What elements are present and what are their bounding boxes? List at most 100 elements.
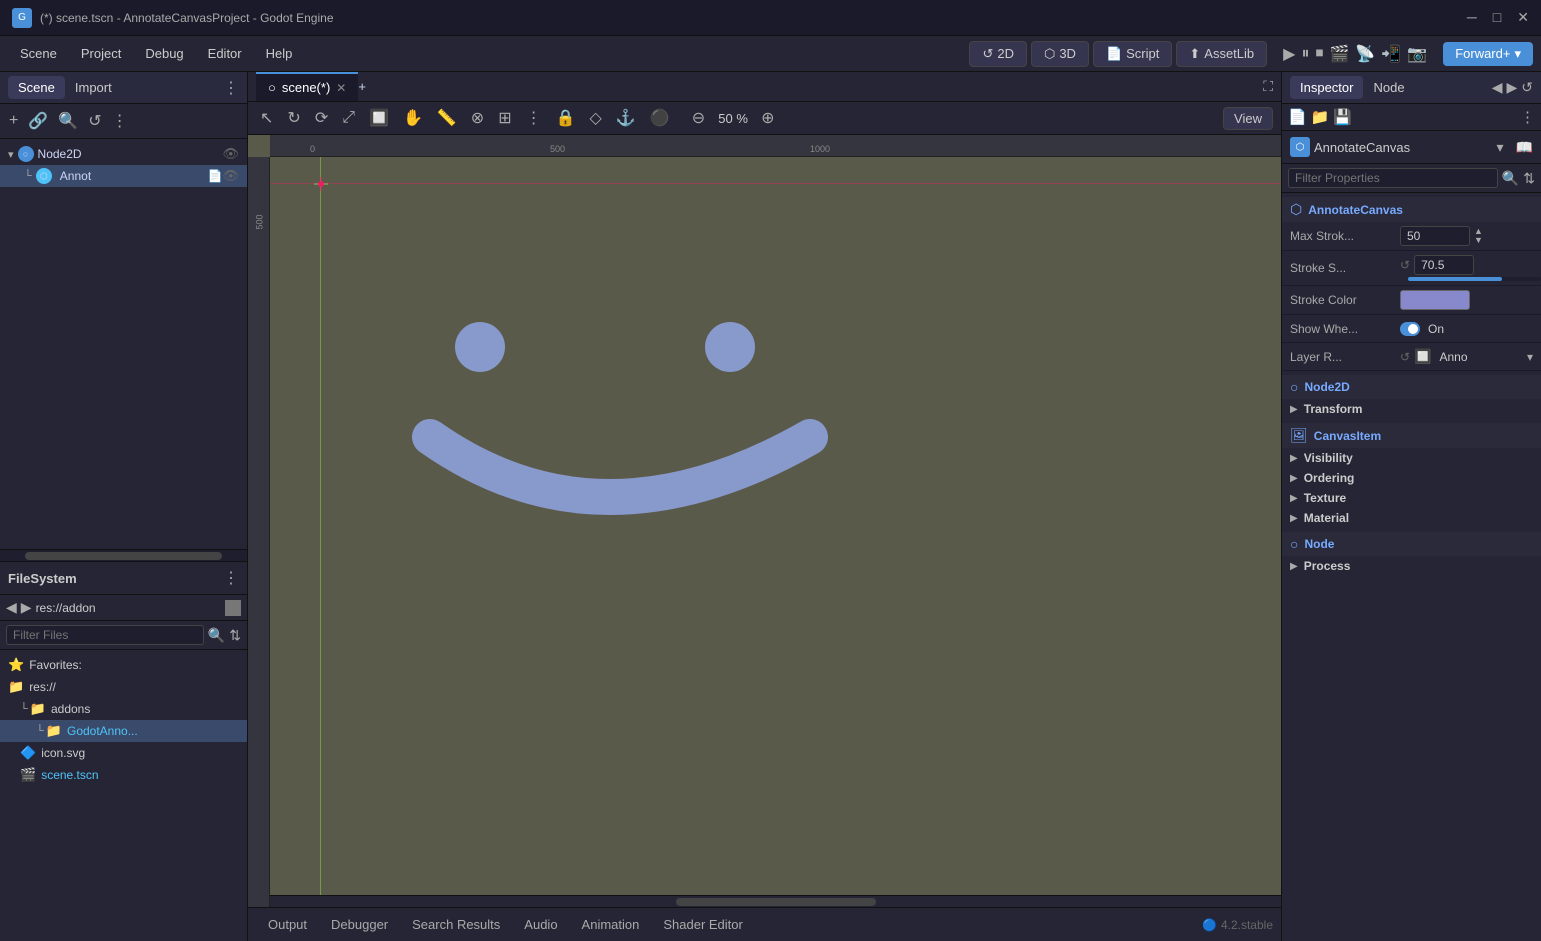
mode-3d-button[interactable]: ⬡ 3D (1031, 41, 1089, 67)
visibility-section[interactable]: ▶ Visibility (1282, 448, 1541, 468)
stroke-color-swatch[interactable] (1400, 290, 1470, 310)
vp-particle-icon[interactable]: ⚫ (646, 106, 674, 130)
vp-rotate-tool-icon[interactable]: ↻ (283, 106, 304, 130)
menu-debug[interactable]: Debug (133, 42, 195, 65)
node-group[interactable]: ○ Node (1282, 532, 1541, 556)
texture-section[interactable]: ▶ Texture (1282, 488, 1541, 508)
mode-assetlib-button[interactable]: ⬆ AssetLib (1176, 41, 1267, 67)
tree-item-node2d[interactable]: ▾ ○ Node2D 👁 (0, 143, 247, 165)
fs-item-godotanno[interactable]: └ 📁 GodotAnno... (0, 720, 247, 742)
tab-import[interactable]: Import (65, 76, 122, 99)
bottom-tab-debugger[interactable]: Debugger (319, 911, 400, 938)
filesystem-forward-icon[interactable]: ▶ (21, 599, 32, 616)
node2d-group[interactable]: ○ Node2D (1282, 375, 1541, 399)
filesystem-filter-input[interactable] (6, 625, 204, 645)
fs-item-icon-svg[interactable]: 🔷 icon.svg (0, 742, 247, 764)
menu-scene[interactable]: Scene (8, 42, 69, 65)
stop-button[interactable]: ⏹ (1315, 45, 1323, 63)
scene-add-node-icon[interactable]: + (6, 109, 21, 133)
scene-reset-icon[interactable]: ↺ (85, 108, 104, 134)
vp-grid-icon[interactable]: ⊞ (494, 106, 515, 130)
view-menu-button[interactable]: View (1223, 107, 1273, 130)
bottom-tab-audio[interactable]: Audio (512, 911, 569, 938)
filesystem-search-icon[interactable]: 🔍 (208, 627, 225, 644)
vp-group-icon[interactable]: ◇ (586, 106, 606, 130)
play-button[interactable]: ▶ (1283, 44, 1295, 64)
menu-help[interactable]: Help (254, 42, 305, 65)
camera-button[interactable]: 📷 (1407, 44, 1427, 64)
bottom-tab-animation[interactable]: Animation (570, 911, 652, 938)
filesystem-more-icon[interactable]: ⋮ (223, 568, 239, 588)
window-controls[interactable]: ─ □ ✕ (1467, 9, 1529, 26)
filter-search-icon[interactable]: 🔍 (1502, 170, 1519, 187)
vp-scale-tool-icon[interactable]: ⟳ (311, 106, 332, 130)
remote-debug-button[interactable]: 📡 (1355, 44, 1375, 64)
ordering-section[interactable]: ▶ Ordering (1282, 468, 1541, 488)
fs-item-favorites[interactable]: ⭐ Favorites: (0, 654, 247, 676)
vp-move-tool-icon[interactable]: ⤢ (338, 107, 359, 129)
fs-item-res[interactable]: 📁 res:// (0, 676, 247, 698)
editor-tab-close-icon[interactable]: ✕ (336, 81, 346, 95)
vp-bone-icon[interactable]: ⚓ (612, 106, 640, 130)
filter-properties-input[interactable] (1288, 168, 1498, 188)
zoom-in-icon[interactable]: ⊕ (757, 106, 778, 130)
viewport-scrollbar-thumb-h[interactable] (676, 898, 876, 906)
node-selector-dropdown-icon[interactable]: ▾ (1497, 139, 1504, 156)
editor-tab-scene[interactable]: ○ scene(*) ✕ (256, 72, 358, 101)
vp-lock-icon[interactable]: 🔒 (552, 106, 580, 130)
show-when-toggle[interactable] (1400, 322, 1420, 336)
minimize-button[interactable]: ─ (1467, 9, 1477, 26)
fs-item-scene-tscn[interactable]: 🎬 scene.tscn (0, 764, 247, 786)
editor-tab-add-icon[interactable]: + (358, 79, 366, 94)
scene-filter-icon[interactable]: 🔍 (55, 108, 81, 134)
annotate-visibility-icon[interactable]: 👁 (222, 168, 239, 184)
tab-scene[interactable]: Scene (8, 76, 65, 99)
filter-sort-icon[interactable]: ⇅ (1523, 170, 1535, 187)
scene-more-icon[interactable]: ⋮ (109, 108, 131, 134)
inspector-new-script-icon[interactable]: 📄 (1288, 108, 1307, 126)
inspector-forward-icon[interactable]: ▶ (1506, 79, 1517, 96)
transform-section[interactable]: ▶ Transform (1282, 399, 1541, 419)
editor-fullscreen-icon[interactable]: ⛶ (1263, 78, 1273, 95)
stroke-size-reset-icon[interactable]: ↺ (1400, 258, 1410, 272)
vp-more-icon[interactable]: ⋮ (522, 106, 546, 130)
inspector-more-icon[interactable]: ⋮ (1520, 108, 1535, 126)
viewport-canvas[interactable]: 0 500 1000 500 (248, 135, 1281, 907)
vp-ruler-tool-icon[interactable]: 📏 (433, 106, 461, 130)
scene-scrollbar[interactable] (0, 549, 247, 561)
inspector-folder-icon[interactable]: 📁 (1311, 108, 1330, 126)
menu-editor[interactable]: Editor (196, 42, 254, 65)
maximize-button[interactable]: □ (1493, 9, 1501, 26)
close-button[interactable]: ✕ (1517, 9, 1529, 26)
inspector-history-icon[interactable]: ↺ (1521, 79, 1533, 96)
menu-project[interactable]: Project (69, 42, 133, 65)
inspector-tab-inspector[interactable]: Inspector (1290, 76, 1363, 99)
filesystem-back-icon[interactable]: ◀ (6, 599, 17, 616)
filesystem-sort-icon[interactable]: ⇅ (229, 627, 241, 644)
vp-pan-tool-icon[interactable]: ✋ (399, 106, 427, 130)
pause-button[interactable]: ⏸ (1301, 45, 1309, 63)
vp-select-tool-icon[interactable]: ↖ (256, 106, 277, 130)
bottom-tab-output[interactable]: Output (256, 911, 319, 938)
fs-item-addons[interactable]: └ 📁 addons (0, 698, 247, 720)
inspector-save-icon[interactable]: 💾 (1333, 108, 1352, 126)
renderer-selector[interactable]: Forward+ ▾ (1443, 42, 1533, 66)
deploy-button[interactable]: 📲 (1381, 44, 1401, 64)
inspector-tab-node[interactable]: Node (1363, 76, 1414, 99)
annotate-canvas-section[interactable]: ⬡ AnnotateCanvas (1282, 197, 1541, 222)
bottom-tab-search-results[interactable]: Search Results (400, 911, 512, 938)
material-section[interactable]: ▶ Material (1282, 508, 1541, 528)
layer-render-reset-icon[interactable]: ↺ (1400, 350, 1410, 364)
process-section[interactable]: ▶ Process (1282, 556, 1541, 576)
scene-link-icon[interactable]: 🔗 (25, 108, 51, 134)
node-doc-icon[interactable]: 📖 (1516, 139, 1533, 156)
vp-rect-tool-icon[interactable]: 🔲 (365, 106, 393, 130)
mode-2d-button[interactable]: ↺ 2D (969, 41, 1027, 67)
zoom-out-icon[interactable]: ⊖ (688, 106, 709, 130)
bottom-tab-shader-editor[interactable]: Shader Editor (651, 911, 755, 938)
stroke-size-progress[interactable] (1408, 277, 1541, 281)
node2d-visibility-icon[interactable]: 👁 (222, 146, 239, 162)
mode-script-button[interactable]: 📄 Script (1093, 41, 1172, 67)
layer-render-dropdown-icon[interactable]: ▾ (1527, 350, 1533, 364)
scene-scrollbar-thumb[interactable] (25, 552, 223, 560)
